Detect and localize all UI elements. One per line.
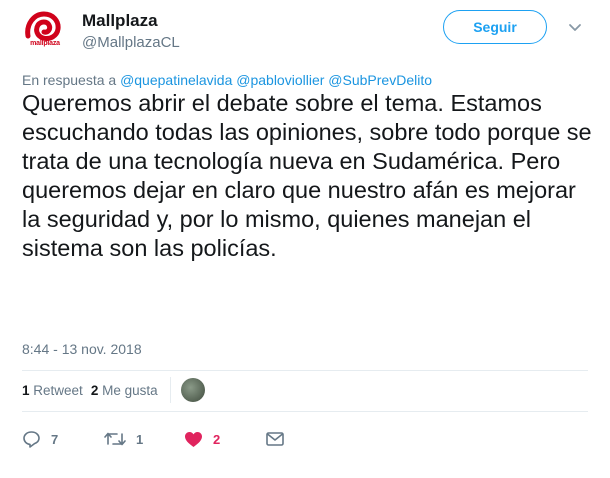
mention-link[interactable]: @SubPrevDelito [328,72,432,88]
mention-link[interactable]: @pabloviollier [236,72,324,88]
retweets-stat[interactable]: 1 Retweet [22,383,83,398]
tweet-actions: 7 1 2 [22,428,284,450]
reply-count: 7 [51,431,59,447]
likes-stat[interactable]: 2 Me gusta [91,383,158,398]
direct-message-button[interactable] [266,432,284,446]
author-handle[interactable]: @MallplazaCL [82,34,180,51]
caret-down-icon[interactable] [568,23,582,33]
retweets-label: Retweet [33,382,83,398]
likes-label: Me gusta [102,382,158,398]
author-name[interactable]: Mallplaza [82,11,158,31]
reply-button[interactable]: 7 [22,430,104,448]
retweet-icon [104,432,126,446]
like-button[interactable]: 2 [184,431,266,448]
reply-context: En respuesta a @quepatinelavida @pablovi… [22,72,432,88]
tweet-header: mallplaza Mallplaza @MallplazaCL Seguir [22,10,588,58]
stats-separator [169,377,171,403]
mention-link[interactable]: @quepatinelavida [120,72,232,88]
like-count: 2 [213,431,221,447]
author-avatar[interactable]: mallplaza [22,10,68,56]
retweets-count: 1 [22,382,30,398]
reply-prefix: En respuesta a [22,72,121,88]
tweet-timestamp[interactable]: 8:44 - 13 nov. 2018 [22,341,142,357]
message-icon [266,432,284,446]
heart-icon [185,431,202,447]
mallplaza-logo-icon [25,11,61,41]
retweet-count: 1 [136,431,144,447]
follow-button[interactable]: Seguir [443,10,547,44]
divider [22,411,588,412]
likes-count: 2 [90,382,99,398]
liker-avatar[interactable] [180,378,205,402]
tweet-text: Queremos abrir el debate sobre el tema. … [22,90,592,261]
logo-text: mallplaza [30,40,60,47]
tweet-stats: 1 Retweet 2 Me gusta [22,371,205,409]
reply-icon [23,431,40,448]
retweet-button[interactable]: 1 [104,431,184,447]
